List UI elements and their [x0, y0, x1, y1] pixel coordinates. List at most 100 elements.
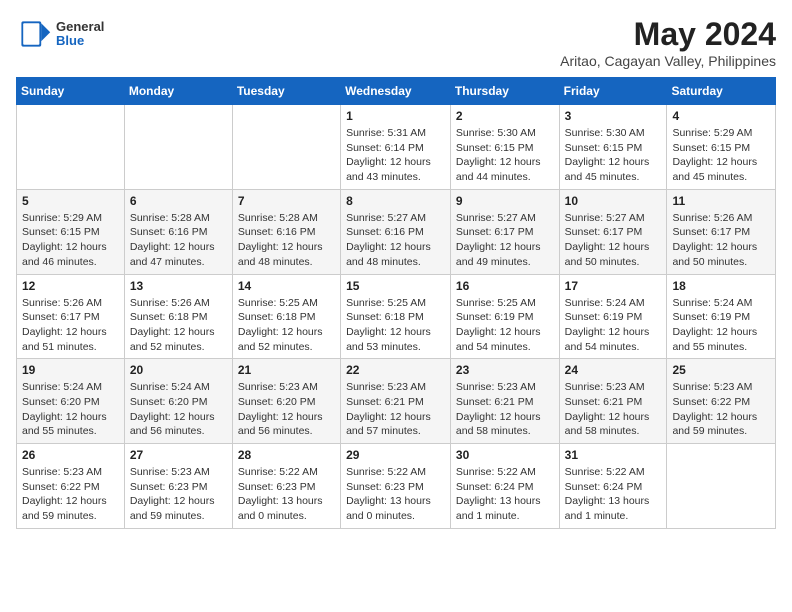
page-header: General Blue May 2024 Aritao, Cagayan Va… — [16, 16, 776, 69]
day-number: 21 — [238, 363, 335, 377]
calendar-cell: 6 Sunrise: 5:28 AMSunset: 6:16 PMDaylight… — [124, 189, 232, 274]
day-info: Sunrise: 5:29 AMSunset: 6:15 PMDaylight:… — [672, 126, 770, 185]
day-info: Sunrise: 5:22 AMSunset: 6:24 PMDaylight:… — [565, 465, 662, 524]
calendar-cell: 1 Sunrise: 5:31 AMSunset: 6:14 PMDaylight… — [341, 105, 451, 190]
day-info: Sunrise: 5:22 AMSunset: 6:23 PMDaylight:… — [346, 465, 445, 524]
day-number: 30 — [456, 448, 554, 462]
calendar-cell: 27 Sunrise: 5:23 AMSunset: 6:23 PMDayligh… — [124, 444, 232, 529]
calendar-cell: 11Sunrise: 5:26 AMSunset: 6:17 PMDayligh… — [667, 189, 776, 274]
calendar-cell: 28Sunrise: 5:22 AMSunset: 6:23 PMDayligh… — [232, 444, 340, 529]
calendar-week-row: 26 Sunrise: 5:23 AMSunset: 6:22 PMDayligh… — [17, 444, 776, 529]
calendar-cell: 2 Sunrise: 5:30 AMSunset: 6:15 PMDaylight… — [450, 105, 559, 190]
day-number: 13 — [130, 279, 227, 293]
day-number: 20 — [130, 363, 227, 377]
calendar-day-header: Wednesday — [341, 78, 451, 105]
calendar-cell: 20 Sunrise: 5:24 AMSunset: 6:20 PMDayligh… — [124, 359, 232, 444]
day-info: Sunrise: 5:24 AMSunset: 6:19 PMDaylight:… — [672, 296, 770, 355]
day-info: Sunrise: 5:26 AMSunset: 6:17 PMDaylight:… — [22, 296, 119, 355]
day-number: 27 — [130, 448, 227, 462]
calendar-day-header: Monday — [124, 78, 232, 105]
calendar-cell: 4 Sunrise: 5:29 AMSunset: 6:15 PMDaylight… — [667, 105, 776, 190]
calendar-cell: 30Sunrise: 5:22 AMSunset: 6:24 PMDayligh… — [450, 444, 559, 529]
day-info: Sunrise: 5:24 AMSunset: 6:20 PMDaylight:… — [130, 380, 227, 439]
day-number: 26 — [22, 448, 119, 462]
calendar-cell: 21 Sunrise: 5:23 AMSunset: 6:20 PMDayligh… — [232, 359, 340, 444]
day-info: Sunrise: 5:28 AMSunset: 6:16 PMDaylight:… — [238, 211, 335, 270]
calendar-day-header: Friday — [559, 78, 667, 105]
location: Aritao, Cagayan Valley, Philippines — [560, 53, 776, 69]
logo-icon — [16, 16, 52, 52]
day-info: Sunrise: 5:27 AMSunset: 6:17 PMDaylight:… — [565, 211, 662, 270]
calendar-cell: 18 Sunrise: 5:24 AMSunset: 6:19 PMDayligh… — [667, 274, 776, 359]
month-title: May 2024 — [560, 16, 776, 53]
day-info: Sunrise: 5:23 AMSunset: 6:22 PMDaylight:… — [22, 465, 119, 524]
day-info: Sunrise: 5:24 AMSunset: 6:20 PMDaylight:… — [22, 380, 119, 439]
calendar-week-row: 1 Sunrise: 5:31 AMSunset: 6:14 PMDaylight… — [17, 105, 776, 190]
calendar-cell: 19 Sunrise: 5:24 AMSunset: 6:20 PMDayligh… — [17, 359, 125, 444]
calendar-cell: 31 Sunrise: 5:22 AMSunset: 6:24 PMDayligh… — [559, 444, 667, 529]
day-number: 1 — [346, 109, 445, 123]
logo-text: General Blue — [56, 20, 104, 49]
day-number: 6 — [130, 194, 227, 208]
day-number: 14 — [238, 279, 335, 293]
calendar-cell — [667, 444, 776, 529]
calendar-cell: 24Sunrise: 5:23 AMSunset: 6:21 PMDayligh… — [559, 359, 667, 444]
calendar-cell: 16 Sunrise: 5:25 AMSunset: 6:19 PMDayligh… — [450, 274, 559, 359]
calendar-cell: 9 Sunrise: 5:27 AMSunset: 6:17 PMDaylight… — [450, 189, 559, 274]
day-number: 16 — [456, 279, 554, 293]
day-info: Sunrise: 5:29 AMSunset: 6:15 PMDaylight:… — [22, 211, 119, 270]
day-number: 8 — [346, 194, 445, 208]
day-info: Sunrise: 5:30 AMSunset: 6:15 PMDaylight:… — [456, 126, 554, 185]
calendar-cell: 25Sunrise: 5:23 AMSunset: 6:22 PMDayligh… — [667, 359, 776, 444]
day-info: Sunrise: 5:31 AMSunset: 6:14 PMDaylight:… — [346, 126, 445, 185]
day-number: 9 — [456, 194, 554, 208]
calendar-header-row: SundayMondayTuesdayWednesdayThursdayFrid… — [17, 78, 776, 105]
day-number: 19 — [22, 363, 119, 377]
day-number: 31 — [565, 448, 662, 462]
day-number: 2 — [456, 109, 554, 123]
calendar-cell: 5 Sunrise: 5:29 AMSunset: 6:15 PMDaylight… — [17, 189, 125, 274]
day-number: 5 — [22, 194, 119, 208]
calendar-week-row: 19 Sunrise: 5:24 AMSunset: 6:20 PMDayligh… — [17, 359, 776, 444]
day-info: Sunrise: 5:23 AMSunset: 6:20 PMDaylight:… — [238, 380, 335, 439]
day-number: 11 — [672, 194, 770, 208]
calendar-week-row: 12 Sunrise: 5:26 AMSunset: 6:17 PMDayligh… — [17, 274, 776, 359]
day-number: 3 — [565, 109, 662, 123]
day-number: 18 — [672, 279, 770, 293]
day-info: Sunrise: 5:27 AMSunset: 6:17 PMDaylight:… — [456, 211, 554, 270]
logo-line1: General — [56, 20, 104, 34]
day-info: Sunrise: 5:26 AMSunset: 6:18 PMDaylight:… — [130, 296, 227, 355]
day-number: 4 — [672, 109, 770, 123]
calendar-day-header: Tuesday — [232, 78, 340, 105]
calendar-day-header: Sunday — [17, 78, 125, 105]
calendar-cell — [124, 105, 232, 190]
day-info: Sunrise: 5:23 AMSunset: 6:22 PMDaylight:… — [672, 380, 770, 439]
day-info: Sunrise: 5:28 AMSunset: 6:16 PMDaylight:… — [130, 211, 227, 270]
calendar-cell: 29 Sunrise: 5:22 AMSunset: 6:23 PMDayligh… — [341, 444, 451, 529]
day-number: 22 — [346, 363, 445, 377]
calendar-cell: 26 Sunrise: 5:23 AMSunset: 6:22 PMDayligh… — [17, 444, 125, 529]
day-info: Sunrise: 5:24 AMSunset: 6:19 PMDaylight:… — [565, 296, 662, 355]
calendar-cell: 13 Sunrise: 5:26 AMSunset: 6:18 PMDayligh… — [124, 274, 232, 359]
calendar-cell: 15 Sunrise: 5:25 AMSunset: 6:18 PMDayligh… — [341, 274, 451, 359]
day-number: 12 — [22, 279, 119, 293]
calendar-cell: 10Sunrise: 5:27 AMSunset: 6:17 PMDayligh… — [559, 189, 667, 274]
day-number: 28 — [238, 448, 335, 462]
calendar-cell: 8 Sunrise: 5:27 AMSunset: 6:16 PMDaylight… — [341, 189, 451, 274]
day-info: Sunrise: 5:25 AMSunset: 6:18 PMDaylight:… — [346, 296, 445, 355]
calendar-cell: 22Sunrise: 5:23 AMSunset: 6:21 PMDayligh… — [341, 359, 451, 444]
day-number: 24 — [565, 363, 662, 377]
day-info: Sunrise: 5:30 AMSunset: 6:15 PMDaylight:… — [565, 126, 662, 185]
day-number: 17 — [565, 279, 662, 293]
day-number: 15 — [346, 279, 445, 293]
calendar-week-row: 5 Sunrise: 5:29 AMSunset: 6:15 PMDaylight… — [17, 189, 776, 274]
calendar-cell: 7 Sunrise: 5:28 AMSunset: 6:16 PMDaylight… — [232, 189, 340, 274]
day-info: Sunrise: 5:25 AMSunset: 6:19 PMDaylight:… — [456, 296, 554, 355]
day-number: 29 — [346, 448, 445, 462]
day-number: 7 — [238, 194, 335, 208]
calendar-cell: 12 Sunrise: 5:26 AMSunset: 6:17 PMDayligh… — [17, 274, 125, 359]
day-info: Sunrise: 5:27 AMSunset: 6:16 PMDaylight:… — [346, 211, 445, 270]
calendar-day-header: Saturday — [667, 78, 776, 105]
day-info: Sunrise: 5:23 AMSunset: 6:23 PMDaylight:… — [130, 465, 227, 524]
logo: General Blue — [16, 16, 104, 52]
